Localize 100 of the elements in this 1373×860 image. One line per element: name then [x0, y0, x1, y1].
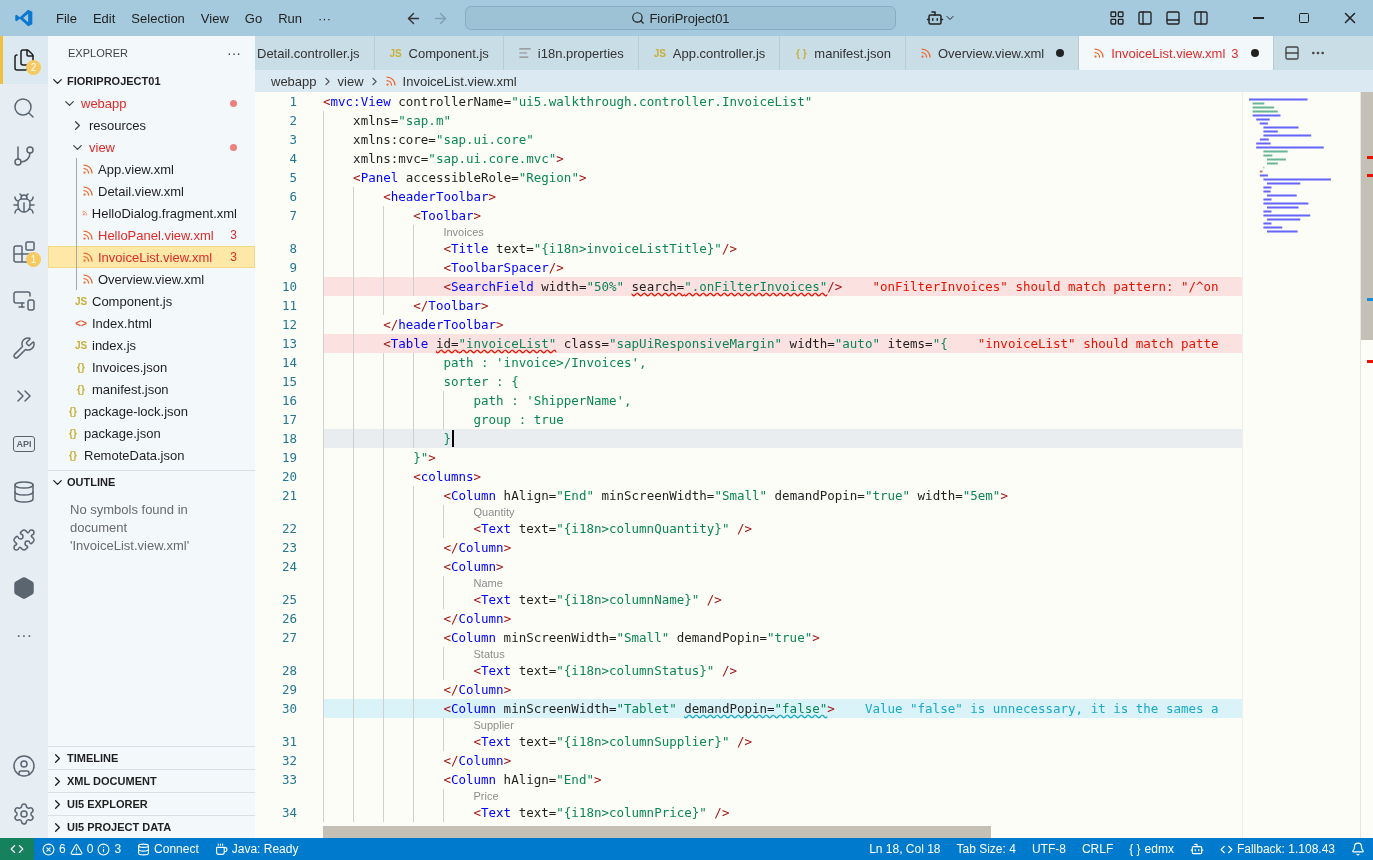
file-type-icon: JS [74, 339, 88, 351]
activity-bar-item[interactable]: ··· [0, 612, 48, 660]
line-number: 1 [289, 94, 297, 109]
code-line: <Text text="{i18n>columnSupplier}" /> [472, 733, 752, 751]
breadcrumb[interactable]: view [337, 73, 364, 89]
tree-item[interactable]: Overview.view.xml [48, 268, 255, 290]
line-number: 27 [281, 630, 297, 645]
rss-icon [82, 185, 94, 197]
menu-item[interactable]: Go [236, 0, 271, 36]
tree-item[interactable]: {} package-lock.json [48, 400, 255, 422]
editor-tab[interactable]: InvoiceList.view.xml 3 [1079, 36, 1274, 70]
language-mode-button[interactable]: { } edmx [1121, 838, 1182, 860]
line-number: 16 [281, 393, 297, 408]
menu-item[interactable]: Edit [84, 0, 124, 36]
panel-header[interactable]: TIMELINE [48, 747, 255, 769]
breadcrumb[interactable]: webapp [271, 73, 317, 89]
file-type-icon: JS [652, 47, 667, 59]
code-line: <Table id="invoiceList" class="sapUiResponsiveMargin" width="auto" items="{ [382, 335, 948, 353]
code-line: <mvc:View controllerName="ui5.walkthrough.controller.InvoiceList" [323, 93, 813, 111]
code-line: path : 'ShipperName', [472, 392, 632, 410]
panel-header[interactable]: UI5 PROJECT DATA [48, 816, 255, 838]
layout-icon[interactable] [1109, 10, 1125, 26]
line-number: 34 [281, 805, 297, 820]
warning-count: 0 [86, 842, 94, 856]
tree-item[interactable]: {} Invoices.json [48, 356, 255, 378]
menu-item[interactable]: Run [270, 0, 310, 36]
problems-button[interactable]: 6 0 3 [34, 838, 130, 860]
connect-button[interactable]: Connect [129, 838, 207, 860]
vertical-scrollbar[interactable] [1360, 92, 1373, 838]
menu-item[interactable]: ··· [310, 0, 339, 36]
line-number: 32 [281, 753, 297, 768]
maximize-icon [1298, 12, 1310, 24]
code-line: <SearchField width="50%" search=".onFilterInvoices"/> [442, 278, 843, 296]
tree-item[interactable]: webapp [48, 92, 255, 114]
coffee-icon [214, 842, 228, 856]
command-center[interactable]: FioriProject01 [465, 6, 896, 30]
line-number: 19 [281, 450, 297, 465]
robot-icon[interactable] [926, 9, 944, 27]
status-item[interactable]: Tab Size: 4 [948, 838, 1024, 860]
file-type-icon: JS [74, 295, 88, 307]
file-type-icon: {} [66, 449, 80, 461]
tree-item[interactable]: HelloDialog.fragment.xml [48, 202, 255, 224]
code-line: path : 'invoice>/Invoices', [442, 354, 647, 372]
fallback-version[interactable]: Fallback: 1.108.43 [1211, 838, 1343, 860]
panel-header[interactable]: UI5 EXPLORER [48, 793, 255, 815]
line-number: 4 [289, 151, 297, 166]
hexagon-icon [12, 576, 36, 600]
line-number: 23 [281, 540, 297, 555]
editor-tab[interactable]: Detail.controller.js [255, 36, 375, 70]
tree-item[interactable]: <> Index.html [48, 312, 255, 334]
split-toggle-icon[interactable] [1193, 10, 1209, 26]
rss-icon [82, 229, 94, 241]
code-line: <Column hAlign="End" minScreenWidth="Small" demandPopin="true" width="5em"> [442, 487, 1008, 505]
code-line: }"> [412, 449, 436, 467]
status-item[interactable]: Ln 18, Col 18 [861, 838, 949, 860]
status-item[interactable]: UTF-8 [1023, 838, 1074, 860]
activity-bar-item[interactable]: API [0, 420, 48, 468]
tree-item[interactable]: HelloPanel.view.xml 3 [48, 224, 255, 246]
panel-header[interactable]: XML DOCUMENT [48, 770, 255, 792]
code-line: </headerToolbar> [382, 316, 504, 334]
modified-dot [230, 143, 237, 151]
search-icon [631, 11, 646, 25]
tree-item[interactable]: {} package.json [48, 422, 255, 444]
panel-toggle-icon[interactable] [1165, 10, 1181, 26]
line-number: 13 [281, 336, 297, 351]
menu-item[interactable]: Selection [123, 0, 193, 36]
more-icon[interactable]: ··· [227, 45, 241, 61]
code-line: <Toolbar> [412, 207, 482, 225]
rss-icon [1093, 47, 1106, 59]
inlay-hint: Quantity [473, 505, 515, 519]
tree-item[interactable]: JS Component.js [48, 290, 255, 312]
problem-count: 3 [230, 228, 237, 242]
file-type-icon: {} [74, 361, 88, 373]
java-status[interactable]: Java: Ready [206, 838, 307, 860]
menu-item[interactable]: View [192, 0, 237, 36]
api-icon: API [13, 436, 35, 452]
status-item[interactable]: CRLF [1073, 838, 1122, 860]
tree-item[interactable]: view [48, 136, 255, 158]
code-line: <headerToolbar> [382, 188, 497, 206]
tree-item[interactable]: {} manifest.json [48, 378, 255, 400]
horizontal-scrollbar[interactable] [323, 826, 991, 838]
menu-item[interactable]: File [48, 0, 85, 36]
search-icon [12, 96, 36, 120]
code-line: <Title text="{i18n>invoiceListTitle}"/> [442, 240, 737, 258]
tree-item[interactable]: resources [48, 114, 255, 136]
outline-header[interactable]: OUTLINE [48, 471, 255, 493]
split-editor-icon[interactable] [1283, 45, 1300, 61]
tree-item[interactable]: {} RemoteData.json [48, 444, 255, 466]
breadcrumb[interactable]: InvoiceList.view.xml [384, 73, 517, 89]
tree-item[interactable]: App.view.xml [48, 158, 255, 180]
code-line: </Column> [442, 681, 512, 699]
sidebar-toggle-icon[interactable] [1137, 10, 1153, 26]
remote-button[interactable] [0, 838, 34, 860]
project-header[interactable]: FIORIPROJECT01 [48, 70, 255, 92]
tree-item[interactable]: Detail.view.xml [48, 180, 255, 202]
tree-item[interactable]: JS index.js [48, 334, 255, 356]
tree-item[interactable]: InvoiceList.view.xml 3 [48, 246, 255, 268]
explorer-title: EXPLORER [68, 47, 128, 59]
line-number: 12 [281, 317, 297, 332]
line-number: 17 [281, 412, 297, 427]
